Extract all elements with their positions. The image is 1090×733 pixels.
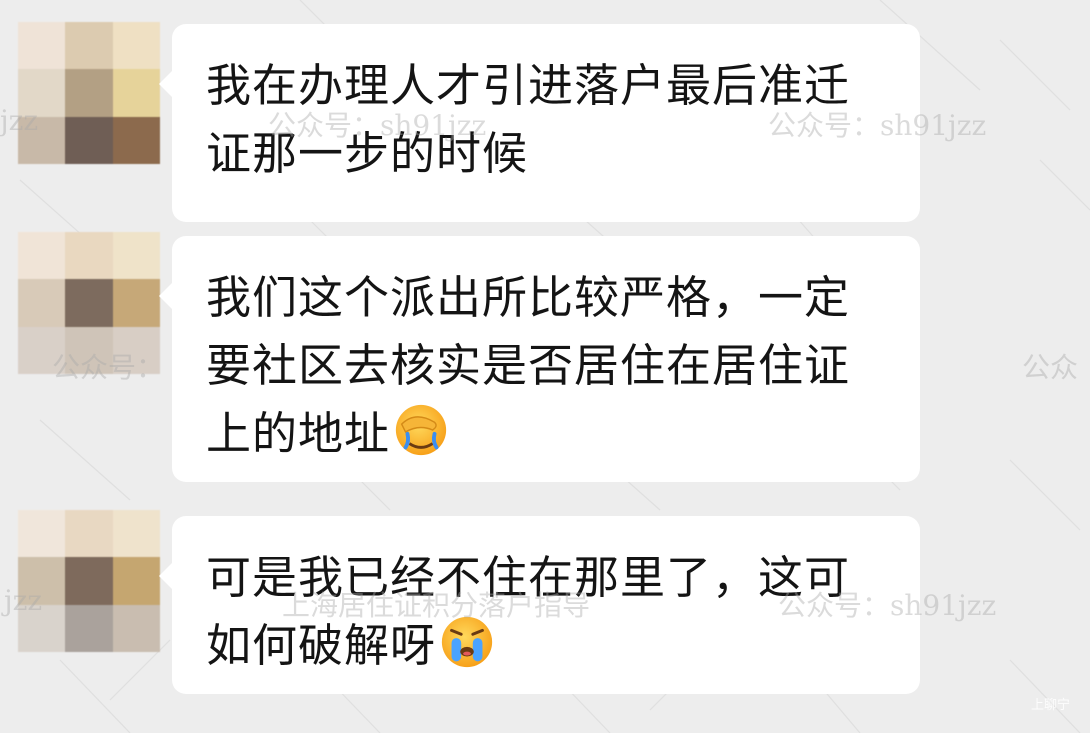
crying-emoji [441, 616, 493, 668]
avatar-mosaic-cell [18, 604, 66, 652]
avatar-mosaic-cell [18, 232, 66, 280]
avatar-mosaic-cell [65, 116, 113, 164]
message-text: 可是我已经不住在那里了，这可如何破解呀 [206, 551, 851, 672]
message-bubble[interactable]: 可是我已经不住在那里了，这可如何破解呀 [159, 516, 920, 694]
avatar[interactable] [18, 510, 160, 652]
avatar[interactable] [18, 232, 160, 374]
corner-watermark: 上聊宁 [1030, 698, 1070, 713]
avatar-mosaic-cell [112, 557, 160, 605]
avatar-mosaic-cell [112, 604, 160, 652]
avatar-mosaic-cell [65, 279, 113, 327]
avatar-mosaic-cell [112, 22, 160, 70]
avatar-mosaic-cell [18, 22, 66, 70]
avatar[interactable] [18, 22, 160, 164]
message-text: 我在办理人才引进落户最后准迁证那一步的时候 [206, 59, 851, 180]
facepalm-crying-emoji [395, 404, 447, 456]
avatar-mosaic-cell [65, 557, 113, 605]
message-text: 我们这个派出所比较严格，一定要社区去核实是否居住在居住证上的地址 [206, 271, 851, 460]
avatar-mosaic-cell [65, 69, 113, 117]
avatar-mosaic-cell [112, 510, 160, 558]
avatar-mosaic-cell [65, 510, 113, 558]
avatar-mosaic-cell [112, 69, 160, 117]
avatar-mosaic-cell [18, 69, 66, 117]
avatar-mosaic-cell [65, 232, 113, 280]
watermark-text: 公众 [1022, 351, 1079, 384]
avatar-mosaic-cell [18, 510, 66, 558]
avatar-mosaic-cell [18, 116, 66, 164]
message-bubble[interactable]: 我们这个派出所比较严格，一定要社区去核实是否居住在居住证上的地址 [159, 236, 920, 482]
avatar-mosaic-cell [18, 557, 66, 605]
avatar-mosaic-cell [65, 326, 113, 374]
avatar-mosaic-cell [65, 604, 113, 652]
message-bubble[interactable]: 我在办理人才引进落户最后准迁证那一步的时候 [159, 24, 920, 222]
avatar-mosaic-cell [112, 279, 160, 327]
avatar-mosaic-cell [112, 116, 160, 164]
avatar-mosaic-cell [112, 326, 160, 374]
avatar-mosaic-cell [112, 232, 160, 280]
avatar-mosaic-cell [65, 22, 113, 70]
avatar-mosaic-cell [18, 279, 66, 327]
avatar-mosaic-cell [18, 326, 66, 374]
